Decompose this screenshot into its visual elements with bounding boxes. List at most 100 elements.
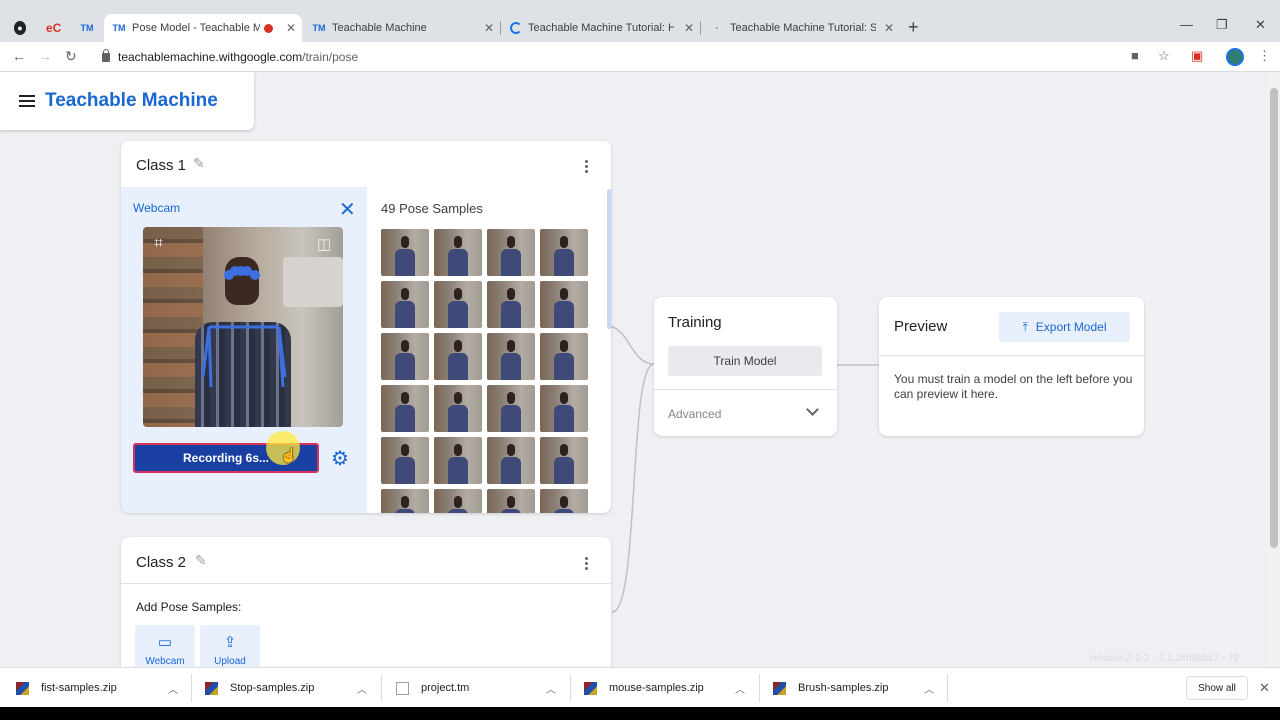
pose-sample-thumbnail[interactable] xyxy=(487,437,535,484)
download-item[interactable]: mouse-samples.zip xyxy=(584,668,704,708)
tab-close-icon[interactable]: ✕ xyxy=(684,21,694,35)
hamburger-menu-icon[interactable] xyxy=(19,95,35,107)
tm-logo-icon: TM xyxy=(312,23,326,33)
tab-tutorial-hea[interactable]: Teachable Machine Tutorial: Hea ✕ xyxy=(502,14,701,42)
tab-pinned-2[interactable]: eC xyxy=(38,14,68,42)
new-tab-icon[interactable]: + xyxy=(908,17,919,38)
tab-pinned-1[interactable]: ● xyxy=(6,14,32,42)
chevron-up-icon[interactable]: ︿ xyxy=(357,681,367,696)
chevron-up-icon[interactable]: ︿ xyxy=(924,681,934,696)
pose-sample-thumbnail[interactable] xyxy=(487,229,535,276)
download-item[interactable]: Brush-samples.zip xyxy=(773,668,888,708)
pose-sample-thumbnail[interactable] xyxy=(540,333,588,380)
pose-sample-thumbnail[interactable] xyxy=(434,437,482,484)
scrollbar-thumb[interactable] xyxy=(1270,88,1278,548)
chevron-up-icon[interactable]: ︿ xyxy=(735,681,745,696)
tab-pinned-3[interactable]: TM xyxy=(72,14,102,42)
pose-sample-thumbnail[interactable] xyxy=(487,281,535,328)
upload-source-label: Upload xyxy=(214,656,246,667)
screen-bottom-border xyxy=(0,707,1280,720)
chevron-down-icon[interactable] xyxy=(806,403,819,416)
webcam-source-label: Webcam xyxy=(145,656,185,667)
reload-icon[interactable]: ↻ xyxy=(65,48,77,65)
download-item[interactable]: fist-samples.zip xyxy=(16,668,117,708)
flip-icon[interactable]: ◫ xyxy=(317,235,331,253)
pose-sample-thumbnail[interactable] xyxy=(540,437,588,484)
menu-kebab-icon[interactable]: ⋮ xyxy=(1258,48,1271,64)
version-label: release-2-1-2 - 2.1.2#d9bbc7 - 79 xyxy=(1090,653,1239,664)
url-host: teachablemachine.withgoogle.com xyxy=(118,50,303,64)
back-icon[interactable]: ← xyxy=(12,48,26,64)
minimize-icon[interactable]: — xyxy=(1180,17,1193,32)
pose-sample-thumbnail[interactable] xyxy=(434,281,482,328)
pose-skeleton-overlay xyxy=(201,266,287,388)
crop-icon[interactable]: ⌗ xyxy=(154,235,163,253)
pose-sample-thumbnail[interactable] xyxy=(540,489,588,513)
downloads-bar: fist-samples.zip ︿ Stop-samples.zip ︿ pr… xyxy=(0,667,1280,707)
webcam-source-button[interactable]: ▭ Webcam xyxy=(135,625,195,667)
tab-close-icon[interactable]: ✕ xyxy=(484,21,494,35)
train-model-button[interactable]: Train Model xyxy=(668,346,822,376)
pose-sample-thumbnail[interactable] xyxy=(540,229,588,276)
avatar[interactable] xyxy=(1226,48,1244,66)
class-options-icon[interactable] xyxy=(585,160,588,173)
pose-sample-thumbnail[interactable] xyxy=(381,333,429,380)
webcam-label: Webcam xyxy=(133,201,181,215)
pose-sample-thumbnail[interactable] xyxy=(540,281,588,328)
page-scrollbar[interactable] xyxy=(1267,72,1280,667)
pose-sample-thumbnail[interactable] xyxy=(487,333,535,380)
pose-sample-thumbnail[interactable] xyxy=(540,385,588,432)
download-item[interactable]: Stop-samples.zip xyxy=(205,668,314,708)
add-samples-label: Add Pose Samples: xyxy=(136,600,242,614)
maximize-icon[interactable]: ❐ xyxy=(1216,17,1228,33)
settings-gear-icon[interactable]: ⚙ xyxy=(331,446,349,471)
sample-grid xyxy=(381,229,591,513)
pose-sample-thumbnail[interactable] xyxy=(381,489,429,513)
tab-title: Pose Model - Teachable Mac xyxy=(132,22,260,34)
upload-source-button[interactable]: ⇪ Upload xyxy=(200,625,260,667)
chevron-up-icon[interactable]: ︿ xyxy=(168,681,178,696)
class2-name[interactable]: Class 2 xyxy=(136,554,186,571)
pose-sample-thumbnail[interactable] xyxy=(381,229,429,276)
class1-name[interactable]: Class 1 xyxy=(136,157,186,174)
samples-scrollbar[interactable] xyxy=(607,189,611,329)
download-item[interactable]: project.tm xyxy=(396,668,469,708)
edit-pencil-icon[interactable]: ✎ xyxy=(195,552,207,569)
page-canvas: Teachable Machine Class 1 ✎ Webcam ✕ ⌗ ◫… xyxy=(0,72,1267,667)
show-all-button[interactable]: Show all xyxy=(1186,676,1248,700)
close-downloads-icon[interactable]: ✕ xyxy=(1259,680,1270,696)
window-close-icon[interactable]: ✕ xyxy=(1255,17,1266,33)
pose-sample-thumbnail[interactable] xyxy=(434,385,482,432)
edit-pencil-icon[interactable]: ✎ xyxy=(193,155,205,172)
star-icon[interactable]: ☆ xyxy=(1158,48,1170,64)
tab-close-icon[interactable]: ✕ xyxy=(286,21,296,35)
ec-logo-icon: eC xyxy=(46,21,62,35)
pose-sample-thumbnail[interactable] xyxy=(381,437,429,484)
cursor-hand-icon: ☝ xyxy=(280,447,298,463)
tab-teachable-machine[interactable]: TM Teachable Machine ✕ xyxy=(304,14,501,42)
chevron-up-icon[interactable]: ︿ xyxy=(546,681,556,696)
pose-sample-thumbnail[interactable] xyxy=(434,229,482,276)
pose-sample-thumbnail[interactable] xyxy=(487,385,535,432)
export-upload-icon: ⤒ xyxy=(1022,319,1028,334)
forward-icon[interactable]: → xyxy=(38,48,52,64)
pose-sample-thumbnail[interactable] xyxy=(381,281,429,328)
url-path: /train/pose xyxy=(302,50,359,64)
advanced-toggle[interactable]: Advanced xyxy=(668,407,721,421)
archive-icon xyxy=(584,681,597,695)
document-icon xyxy=(396,681,409,695)
app-title[interactable]: Teachable Machine xyxy=(45,90,218,112)
export-model-button[interactable]: ⤒ Export Model xyxy=(999,312,1130,342)
tab-pose-model[interactable]: TM Pose Model - Teachable Mac ✕ xyxy=(104,14,302,42)
tab-close-icon[interactable]: ✕ xyxy=(884,21,894,35)
close-webcam-icon[interactable]: ✕ xyxy=(339,197,356,222)
address-bar[interactable]: teachablemachine.withgoogle.com/train/po… xyxy=(92,46,1122,68)
pose-sample-thumbnail[interactable] xyxy=(381,385,429,432)
pose-sample-thumbnail[interactable] xyxy=(434,489,482,513)
camera-icon[interactable]: ■ xyxy=(1131,48,1139,63)
extension-icon[interactable]: ▣ xyxy=(1191,48,1203,64)
tab-tutorial-sna[interactable]: · Teachable Machine Tutorial: Sna ✕ xyxy=(702,14,900,42)
pose-sample-thumbnail[interactable] xyxy=(487,489,535,513)
class-options-icon[interactable] xyxy=(585,557,588,570)
pose-sample-thumbnail[interactable] xyxy=(434,333,482,380)
